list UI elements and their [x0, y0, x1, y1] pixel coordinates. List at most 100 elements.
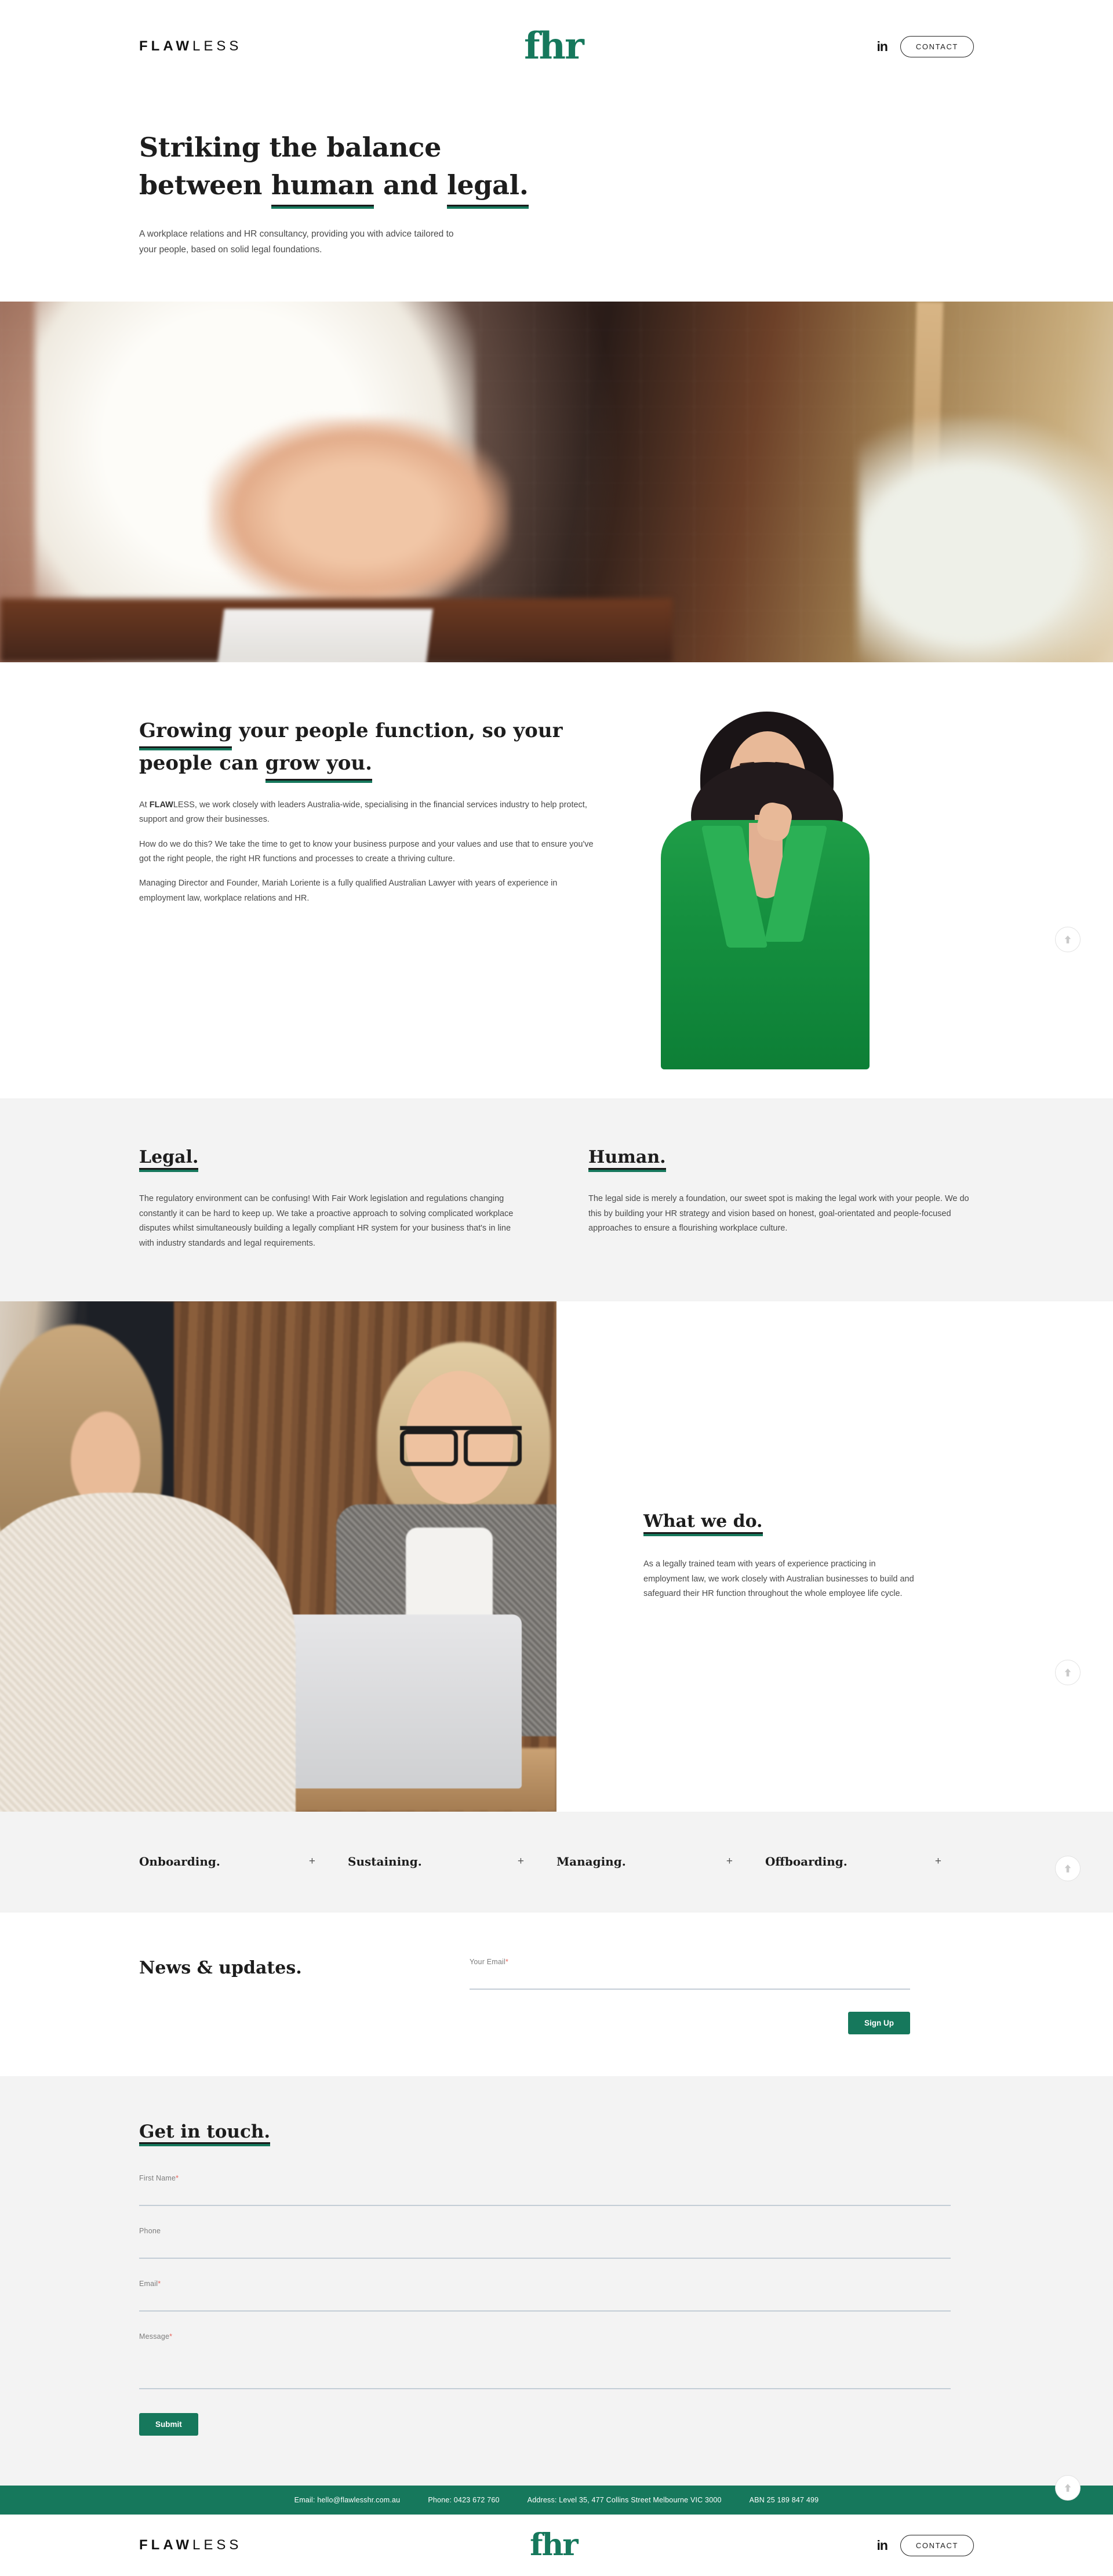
about-p1-pre: At — [139, 800, 150, 810]
about-p1-rest: LESS, we work closely with leaders Austr… — [139, 800, 587, 825]
what-we-do-section: What we do. As a legally trained team wi… — [0, 1301, 1113, 1812]
contact-title: Get in touch. — [139, 2121, 974, 2145]
pillar-legal-body: The regulatory environment can be confus… — [139, 1193, 514, 1249]
footer-address: Address: Level 35, 477 Collins Street Me… — [527, 2496, 722, 2505]
meeting-image-laptop-consultation — [0, 1301, 556, 1812]
arrow-up-icon — [1064, 1864, 1071, 1873]
footer-contact-button[interactable]: CONTACT — [900, 2534, 974, 2556]
pillars-section: Legal. The regulatory environment can be… — [0, 1098, 1113, 1302]
contact-form: First Name* Phone Email* Message* Submit — [139, 2174, 951, 2436]
page-root: FLAWLESS fhr in CONTACT Striking the bal… — [0, 0, 1113, 2576]
hero-line-1: Striking the balance — [139, 132, 442, 163]
about-media — [626, 711, 974, 1075]
phone-input[interactable] — [139, 2235, 951, 2259]
footer-brand-wordmark[interactable]: FLAWLESS — [139, 2537, 242, 2553]
hero-emphasis-legal: legal. — [447, 166, 529, 206]
hero-image-hands-consultation — [0, 301, 1113, 662]
scroll-to-top-button[interactable] — [1055, 2475, 1081, 2501]
first-name-input[interactable] — [139, 2182, 951, 2207]
first-name-label-text: First Name — [139, 2174, 176, 2183]
about-paragraph-1: At FLAWLESS, we work closely with leader… — [139, 798, 603, 828]
what-we-do-copy: What we do. As a legally trained team wi… — [556, 1301, 1113, 1812]
accordion-item-offboarding[interactable]: Offboarding. + — [765, 1855, 974, 1868]
arrow-up-icon — [1064, 2484, 1071, 2492]
brand-wordmark[interactable]: FLAWLESS — [139, 38, 242, 55]
pillar-legal: Legal. The regulatory environment can be… — [139, 1147, 525, 1251]
contact-button[interactable]: CONTACT — [900, 35, 974, 57]
footer-email[interactable]: Email: hello@flawlesshr.com.au — [294, 2496, 401, 2504]
message-field: Message* — [139, 2332, 951, 2392]
email-input[interactable] — [139, 2288, 951, 2312]
linkedin-icon[interactable]: in — [876, 39, 888, 53]
pillar-human-body: The legal side is merely a foundation, o… — [588, 1193, 969, 1233]
email-label-text: Email — [139, 2280, 158, 2288]
signup-button[interactable]: Sign Up — [848, 2012, 910, 2035]
message-input[interactable] — [139, 2341, 951, 2390]
footer-brand-word-bold: FLAW — [139, 2537, 192, 2553]
submit-button[interactable]: Submit — [139, 2413, 198, 2436]
plus-icon[interactable]: + — [726, 1855, 733, 1868]
footer-fhr-logo[interactable]: fhr — [530, 2530, 579, 2560]
arrow-up-icon — [1064, 1668, 1071, 1677]
what-we-do-title: What we do. — [643, 1511, 916, 1534]
scroll-to-top-button[interactable] — [1055, 1660, 1081, 1685]
glasses-icon — [400, 1426, 522, 1467]
phone-label-text: Phone — [139, 2227, 161, 2236]
accordion-item-managing[interactable]: Managing. + — [556, 1855, 765, 1868]
pillar-human: Human. The legal side is merely a founda… — [588, 1147, 974, 1251]
accordion-label-managing: Managing. — [556, 1855, 626, 1869]
about-p1-brandbold: FLAW — [149, 800, 173, 810]
hero-emphasis-human: human — [271, 166, 374, 206]
contact-title-text: Get in touch. — [139, 2121, 271, 2145]
hero-line-2-mid: and — [374, 169, 448, 201]
required-marker: * — [158, 2280, 161, 2288]
plus-icon[interactable]: + — [935, 1855, 941, 1868]
email-field: Email* — [139, 2280, 951, 2312]
fhr-logo[interactable]: fhr — [524, 28, 584, 65]
plus-icon[interactable]: + — [309, 1855, 315, 1868]
accordion-item-onboarding[interactable]: Onboarding. + — [139, 1855, 348, 1868]
newsletter-section: News & updates. Your Email* Sign Up — [0, 1913, 1113, 2077]
what-we-do-body: As a legally trained team with years of … — [643, 1559, 914, 1599]
email-label: Email* — [139, 2280, 951, 2288]
plus-icon[interactable]: + — [518, 1855, 524, 1868]
phone-label: Phone — [139, 2227, 951, 2235]
about-emphasis-grow-you: grow you. — [265, 748, 372, 781]
scroll-to-top-button[interactable] — [1055, 927, 1081, 952]
pillar-human-title: Human. — [588, 1147, 974, 1170]
about-emphasis-growing: Growing — [139, 716, 232, 748]
wwd-client-sweater — [0, 1493, 296, 1812]
founder-portrait-green-blazer — [661, 707, 870, 1069]
brand-word-light: LESS — [192, 38, 242, 54]
newsletter-email-field: Your Email* — [470, 1958, 910, 1990]
accordion-label-onboarding: Onboarding. — [139, 1855, 220, 1869]
site-header: FLAWLESS fhr in CONTACT — [0, 0, 1113, 93]
page-title: Striking the balance between human and l… — [139, 129, 974, 206]
accordion-label-sustaining: Sustaining. — [348, 1855, 422, 1869]
hero-hands — [209, 417, 510, 609]
accordion-label-offboarding: Offboarding. — [765, 1855, 848, 1869]
first-name-label: First Name* — [139, 2174, 951, 2182]
hero-document — [216, 608, 433, 662]
required-marker: * — [176, 2174, 179, 2183]
newsletter-email-input[interactable] — [470, 1966, 910, 1990]
scroll-to-top-button[interactable] — [1055, 1856, 1081, 1881]
message-label: Message* — [139, 2332, 951, 2341]
footer-linkedin-icon[interactable]: in — [876, 2538, 888, 2552]
about-section: Growing your people function, so your pe… — [0, 662, 1113, 1098]
about-body: At FLAWLESS, we work closely with leader… — [139, 798, 603, 906]
accordion-item-sustaining[interactable]: Sustaining. + — [348, 1855, 556, 1868]
phone-field: Phone — [139, 2227, 951, 2259]
hero-section: Striking the balance between human and l… — [139, 93, 974, 302]
newsletter-email-label: Your Email* — [470, 1958, 910, 1966]
pillar-legal-title: Legal. — [139, 1147, 525, 1170]
pillar-human-title-text: Human. — [588, 1147, 666, 1170]
site-footer: FLAWLESS fhr in CONTACT — [0, 2515, 1113, 2576]
footer-brand-word-light: LESS — [192, 2537, 242, 2553]
required-marker: * — [169, 2332, 173, 2341]
footer-abn: ABN 25 189 847 499 — [749, 2496, 819, 2505]
brand-word-bold: FLAW — [139, 38, 192, 54]
hero-line-2-pre: between — [139, 169, 271, 201]
footer-phone[interactable]: Phone: 0423 672 760 — [428, 2496, 499, 2504]
arrow-up-icon — [1064, 935, 1071, 944]
